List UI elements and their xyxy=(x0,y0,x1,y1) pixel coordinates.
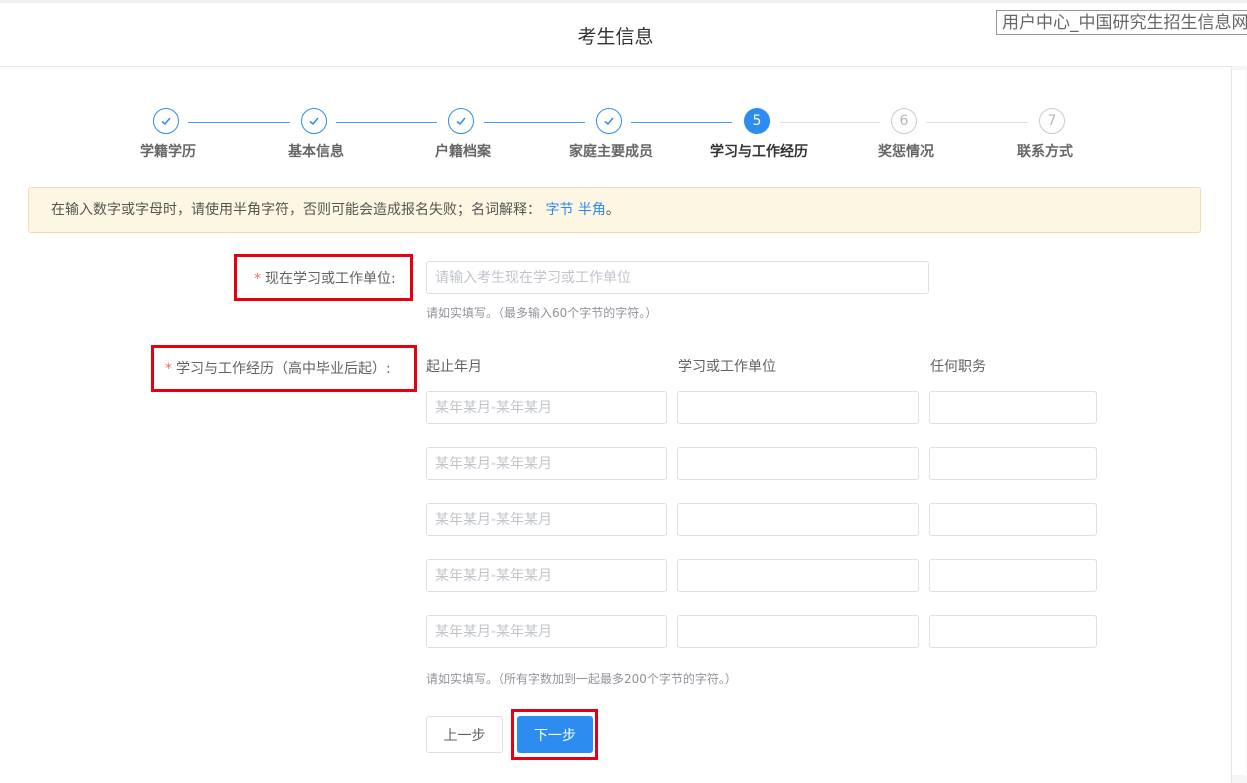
experience-position-input[interactable] xyxy=(929,503,1097,536)
experience-position-input[interactable] xyxy=(929,615,1097,648)
experience-label: * 学习与工作经历（高中毕业后起）: xyxy=(165,358,391,378)
experience-period-input[interactable] xyxy=(426,391,667,424)
step-2-check-icon xyxy=(301,108,327,134)
current-unit-label-text: 现在学习或工作单位: xyxy=(265,271,396,287)
experience-unit-input[interactable] xyxy=(677,391,919,424)
halfwidth-notice: 在输入数字或字母时，请使用半角字符，否则可能会造成报名失败；名词解释： 字节 半… xyxy=(28,187,1201,233)
halfwidth-link[interactable]: 半角 xyxy=(578,202,606,218)
experience-unit-input[interactable] xyxy=(677,615,919,648)
experience-hint: 请如实填写。（所有字数加到一起最多200个字节的字符。） xyxy=(426,672,737,686)
step-5-number: 5 xyxy=(744,108,770,134)
step-label-1: 学籍学历 xyxy=(140,144,196,160)
next-step-button[interactable]: 下一步 xyxy=(517,716,593,753)
step-connector-2 xyxy=(336,122,437,123)
step-label-2: 基本信息 xyxy=(288,144,344,160)
step-label-6: 奖惩情况 xyxy=(878,144,934,160)
current-unit-label: * 现在学习或工作单位: xyxy=(254,268,396,288)
step-3-check-icon xyxy=(448,108,474,134)
step-connector-4 xyxy=(631,122,732,123)
current-unit-input[interactable] xyxy=(426,261,929,294)
step-connector-3 xyxy=(484,122,585,123)
experience-period-input[interactable] xyxy=(426,503,667,536)
column-header-unit: 学习或工作单位 xyxy=(678,359,776,375)
step-label-3: 户籍档案 xyxy=(435,144,491,160)
experience-position-input[interactable] xyxy=(929,559,1097,592)
required-mark: * xyxy=(165,361,172,377)
step-4-check-icon xyxy=(596,108,622,134)
experience-unit-input[interactable] xyxy=(677,503,919,536)
step-label-5: 学习与工作经历 xyxy=(710,144,808,160)
step-6-number: 6 xyxy=(891,108,917,134)
prev-step-button[interactable]: 上一步 xyxy=(426,716,503,753)
experience-unit-input[interactable] xyxy=(677,559,919,592)
step-connector-5 xyxy=(780,122,880,123)
experience-label-text: 学习与工作经历（高中毕业后起）: xyxy=(176,361,391,377)
notice-text: 在输入数字或字母时，请使用半角字符，否则可能会造成报名失败；名词解释： xyxy=(51,202,541,218)
column-header-period: 起止年月 xyxy=(426,359,482,375)
experience-period-input[interactable] xyxy=(426,447,667,480)
column-header-position: 任何职务 xyxy=(930,359,986,375)
current-unit-hint: 请如实填写。（最多输入60个字节的字符。） xyxy=(426,306,658,320)
step-label-4: 家庭主要成员 xyxy=(569,144,653,160)
experience-period-input[interactable] xyxy=(426,559,667,592)
notice-suffix: 。 xyxy=(605,202,620,218)
experience-period-input[interactable] xyxy=(426,615,667,648)
page-tooltip: 用户中心_中国研究生招生信息网 xyxy=(996,10,1247,35)
step-1-check-icon xyxy=(153,108,179,134)
experience-unit-input[interactable] xyxy=(677,447,919,480)
step-connector-6 xyxy=(926,122,1028,123)
experience-position-input[interactable] xyxy=(929,447,1097,480)
required-mark: * xyxy=(254,271,261,287)
scrollbar-thumb[interactable] xyxy=(1232,70,1246,775)
experience-position-input[interactable] xyxy=(929,391,1097,424)
step-connector-1 xyxy=(188,122,290,123)
step-label-7: 联系方式 xyxy=(1017,144,1073,160)
step-7-number: 7 xyxy=(1039,108,1065,134)
bytes-link[interactable]: 字节 xyxy=(545,202,573,218)
